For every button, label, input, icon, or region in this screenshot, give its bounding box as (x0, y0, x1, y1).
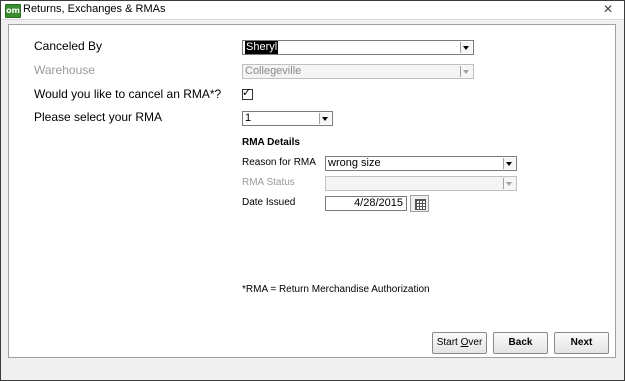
canceled-by-select[interactable]: Sheryl (242, 40, 474, 55)
date-issued-field[interactable]: 4/28/2015 (325, 196, 407, 211)
rma-details-heading: RMA Details (242, 137, 300, 148)
app-logo-icon: om (5, 4, 21, 18)
chevron-down-icon (460, 66, 472, 77)
start-over-button[interactable]: Start Over (432, 332, 487, 354)
warehouse-value: Collegeville (245, 65, 302, 77)
select-rma-label: Please select your RMA (34, 110, 163, 124)
close-icon[interactable]: ✕ (601, 2, 615, 16)
warehouse-label: Warehouse (34, 63, 95, 77)
warehouse-select: Collegeville (242, 64, 474, 79)
calendar-button[interactable] (410, 195, 429, 212)
window-title: Returns, Exchanges & RMAs (23, 3, 166, 15)
chevron-down-icon[interactable] (460, 42, 472, 53)
chevron-down-icon (503, 178, 515, 189)
reason-value: wrong size (328, 157, 381, 169)
next-button[interactable]: Next (554, 332, 609, 354)
form-panel: Canceled By Sheryl Warehouse Collegevill… (8, 24, 616, 358)
reason-select[interactable]: wrong size (325, 156, 517, 171)
rma-status-select (325, 176, 517, 191)
title-bar: om Returns, Exchanges & RMAs ✕ (1, 1, 624, 20)
reason-label: Reason for RMA (242, 157, 316, 168)
calendar-icon (415, 199, 426, 210)
checkmark-icon: ✓ (242, 86, 252, 99)
canceled-by-label: Canceled By (34, 39, 103, 53)
rma-footnote: *RMA = Return Merchandise Authorization (242, 284, 430, 295)
chevron-down-icon[interactable] (503, 158, 515, 169)
select-rma-select[interactable]: 1 (242, 111, 333, 126)
start-over-label-prefix: Start (436, 337, 461, 348)
dialog-window: om Returns, Exchanges & RMAs ✕ Canceled … (0, 0, 625, 381)
chevron-down-icon[interactable] (319, 113, 331, 124)
start-over-label-suffix: ver (468, 337, 483, 348)
canceled-by-value: Sheryl (245, 41, 279, 54)
cancel-rma-label: Would you like to cancel an RMA*? (34, 87, 222, 101)
back-button[interactable]: Back (493, 332, 548, 354)
date-issued-label: Date Issued (242, 197, 296, 208)
cancel-rma-checkbox[interactable]: ✓ (242, 86, 253, 100)
rma-status-label: RMA Status (242, 177, 295, 188)
select-rma-value: 1 (245, 112, 252, 124)
